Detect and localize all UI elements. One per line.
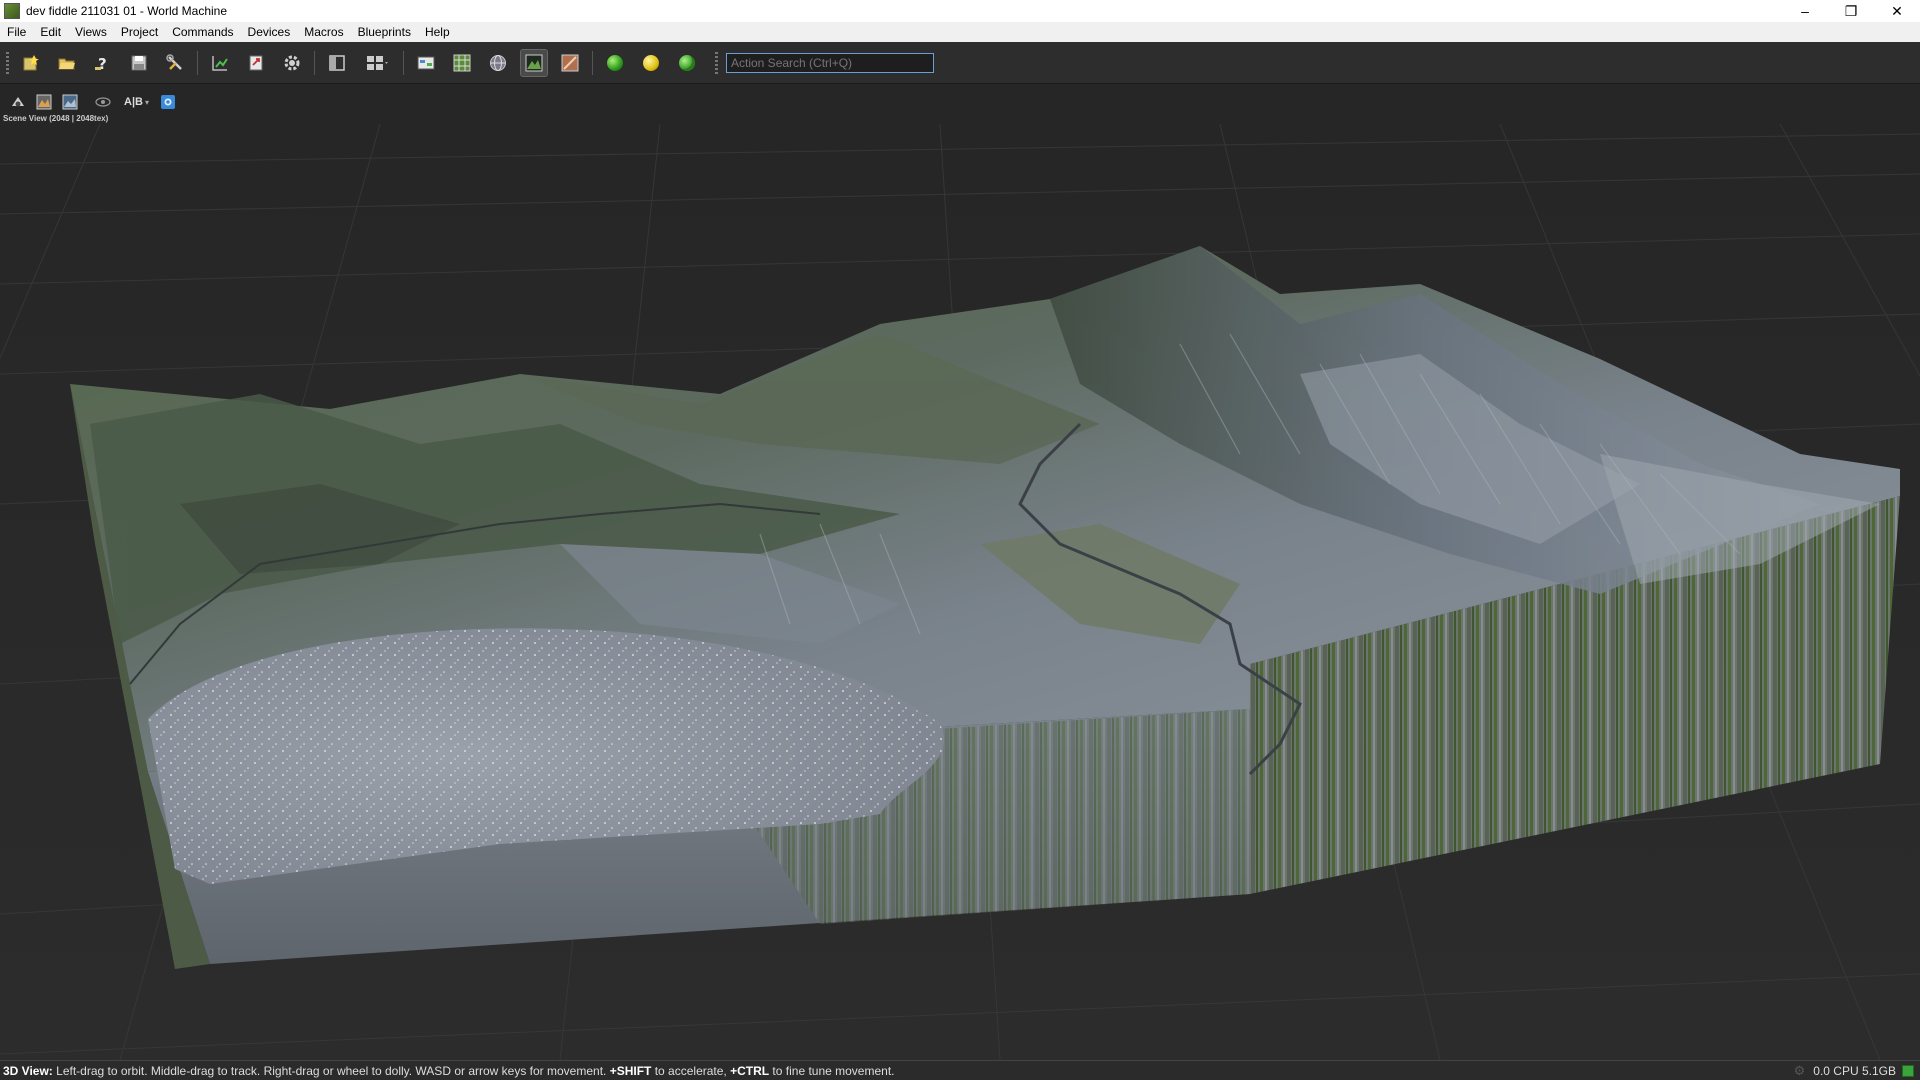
menu-bar: File Edit Views Project Commands Devices… (0, 22, 1920, 42)
status-prefix: 3D View: (3, 1063, 53, 1078)
open-project-icon (58, 58, 75, 69)
menu-edit[interactable]: Edit (33, 22, 68, 42)
terrain-view-icon (525, 54, 543, 71)
save-icon (131, 55, 147, 70)
layout-grid-icon (367, 55, 388, 70)
settings-button[interactable] (279, 50, 305, 76)
tiled-view-icon (453, 54, 471, 71)
view-toolbar: A|B ▾ (0, 89, 1920, 115)
build-status-world-icon (679, 54, 695, 71)
panel-toggle-button[interactable] (324, 50, 350, 76)
restore-button[interactable]: ❐ (1828, 0, 1874, 22)
render-mode-button[interactable] (34, 92, 54, 112)
scene-3d-viewport[interactable] (0, 124, 1920, 1060)
gear-icon: ⚙ (1793, 1062, 1806, 1078)
build-status-yellow-button[interactable] (638, 50, 664, 76)
menu-blueprints[interactable]: Blueprints (351, 22, 418, 42)
help-button[interactable]: ? (90, 50, 116, 76)
layout-grid-button[interactable] (360, 50, 394, 76)
toolbar-separator (403, 50, 404, 75)
tiled-view-button[interactable] (449, 50, 475, 76)
menu-views[interactable]: Views (68, 22, 114, 42)
tools-button[interactable] (162, 50, 188, 76)
status-message: 3D View: Left-drag to orbit. Middle-drag… (0, 1064, 1794, 1078)
panel-toggle-icon (329, 54, 345, 71)
menu-project[interactable]: Project (114, 22, 165, 42)
texture-view-button[interactable] (557, 50, 583, 76)
device-view-icon (417, 56, 435, 69)
main-toolbar: ? (0, 42, 1920, 84)
export-icon (249, 55, 263, 70)
chevron-down-icon[interactable]: ▾ (145, 98, 149, 107)
build-status-yellow-icon (643, 54, 659, 71)
toolbar-separator (197, 50, 198, 75)
build-icon (212, 55, 228, 71)
menu-commands[interactable]: Commands (165, 22, 240, 42)
texture-view-icon (561, 54, 579, 71)
status-text-3: to fine tune movement. (769, 1063, 895, 1078)
globe-view-icon (490, 54, 506, 71)
settings-gear-icon (284, 55, 300, 70)
camera-settings-icon (12, 97, 24, 107)
world-machine-app-icon (4, 3, 20, 19)
toolbar-grip[interactable] (6, 51, 9, 74)
status-ctrl-key: +CTRL (730, 1063, 770, 1078)
menu-help[interactable]: Help (418, 22, 457, 42)
render-mode-icon (36, 94, 52, 110)
lighting-icon (62, 94, 78, 110)
eye-icon (95, 97, 111, 107)
build-button[interactable] (207, 50, 233, 76)
new-project-icon (23, 54, 39, 70)
new-project-button[interactable] (18, 50, 44, 76)
cpu-memory-readout: 0.0 CPU 5.1GB (1813, 1063, 1896, 1078)
build-status-green-icon (607, 54, 623, 71)
camera-icon (160, 95, 175, 109)
terrain-view-button[interactable] (520, 48, 548, 77)
build-status-indicator-icon (1902, 1064, 1914, 1077)
status-text-2: to accelerate, (651, 1063, 731, 1078)
device-view-button[interactable] (413, 50, 439, 76)
ab-compare-button[interactable]: A|B (124, 96, 143, 108)
camera-settings-button[interactable] (8, 92, 28, 112)
toolbar-separator (314, 50, 315, 75)
globe-view-button[interactable] (485, 50, 511, 76)
menu-file[interactable]: File (0, 22, 33, 42)
window-title: dev fiddle 211031 01 - World Machine (26, 4, 228, 18)
action-search-input[interactable] (726, 52, 934, 73)
scene-view-info: Scene View (2048 | 2048tex) (3, 114, 109, 123)
menu-macros[interactable]: Macros (297, 22, 350, 42)
snapshot-button[interactable] (158, 92, 178, 112)
status-text-1: Left-drag to orbit. Middle-drag to track… (52, 1063, 610, 1078)
help-icon: ? (95, 55, 107, 72)
open-project-button[interactable] (54, 50, 80, 76)
toolbar-grip[interactable] (715, 51, 718, 74)
close-button[interactable]: ✕ (1874, 0, 1920, 22)
toolbar-separator (592, 50, 593, 75)
save-button[interactable] (126, 50, 152, 76)
tools-icon (166, 53, 182, 70)
build-status-green-button[interactable] (602, 50, 628, 76)
title-bar: dev fiddle 211031 01 - World Machine – ❐… (0, 0, 1920, 22)
minimize-button[interactable]: – (1782, 0, 1828, 22)
status-bar: 3D View: Left-drag to orbit. Middle-drag… (0, 1060, 1920, 1080)
export-button[interactable] (243, 50, 269, 76)
status-shift-key: +SHIFT (609, 1063, 652, 1078)
menu-devices[interactable]: Devices (241, 22, 298, 42)
visibility-button[interactable] (93, 92, 113, 112)
build-status-world-button[interactable] (674, 50, 700, 76)
lighting-button[interactable] (60, 92, 80, 112)
resource-stats: ⚙ 0.0 CPU 5.1GB (1794, 1063, 1920, 1079)
